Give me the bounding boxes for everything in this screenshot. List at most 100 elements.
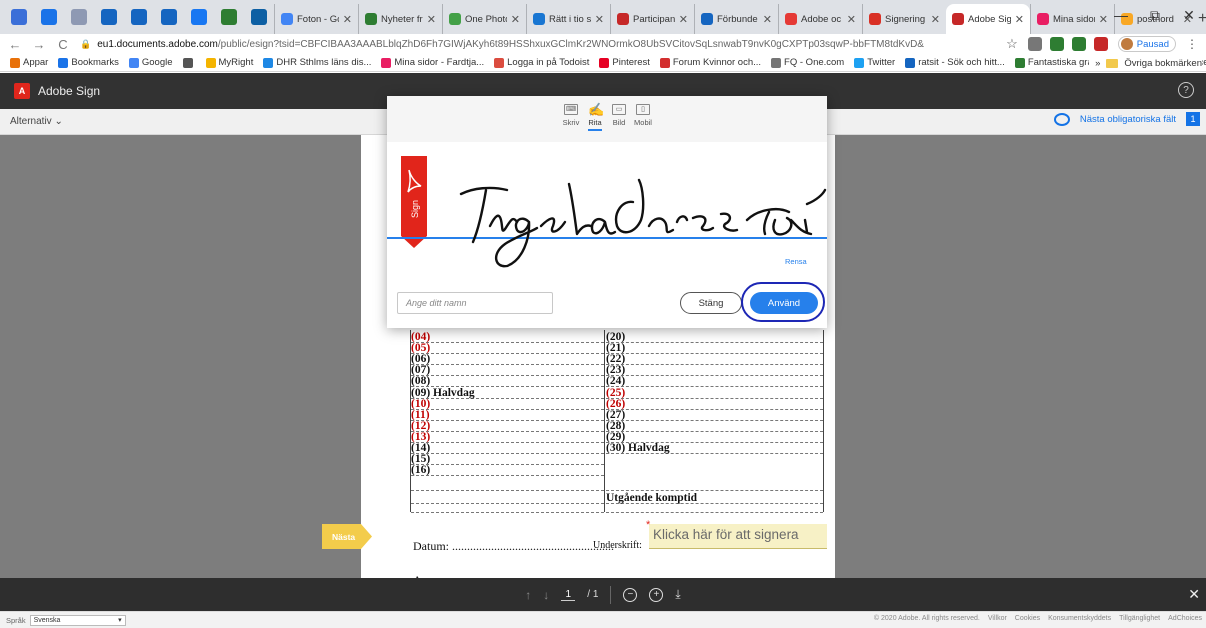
menu-icon[interactable]: ⋮ — [1186, 37, 1198, 51]
pinned-tab[interactable] — [154, 0, 184, 34]
lock-icon: 🔒 — [80, 38, 92, 49]
browser-tab[interactable]: Signering ✕ — [862, 4, 946, 34]
profile-button[interactable]: Pausad — [1117, 36, 1176, 52]
browser-tab[interactable]: Participan ✕ — [610, 4, 694, 34]
page-total: / 1 — [587, 589, 599, 600]
bookmark-label: FQ - One.com — [784, 57, 845, 68]
options-menu[interactable]: Alternativ ⌄ — [10, 116, 63, 127]
zoom-in-icon[interactable]: + — [649, 587, 664, 602]
extension-icon[interactable] — [1049, 37, 1064, 51]
close-button[interactable]: Stäng — [680, 292, 742, 314]
tab-bild[interactable]: ▭ Bild — [609, 104, 629, 142]
footer-link[interactable]: Konsumentskyddets — [1048, 615, 1111, 622]
favicon-icon — [281, 13, 293, 25]
pinned-tab[interactable] — [184, 0, 214, 34]
browser-tab[interactable]: One Photo ✕ — [442, 4, 526, 34]
tab-label: Mobil — [634, 118, 652, 127]
signature-drawing-area[interactable]: Sign Rensa — [387, 142, 827, 272]
browser-tab[interactable]: Förbunde ✕ — [694, 4, 778, 34]
close-tab-icon[interactable]: ✕ — [931, 13, 940, 26]
bookmark-item[interactable]: Pinterest — [599, 57, 650, 68]
bookmark-item[interactable]: Logga in på Todoist — [494, 57, 589, 68]
close-tab-icon[interactable]: ✕ — [511, 13, 520, 26]
close-tab-icon[interactable]: ✕ — [763, 13, 772, 26]
tab-rita[interactable]: ✍ Rita — [585, 103, 605, 142]
download-icon[interactable]: ⤓ — [675, 587, 680, 602]
address-bar[interactable]: 🔒 eu1.documents.adobe.com/public/esign?t… — [80, 39, 1000, 50]
bookmark-item[interactable]: Twitter — [854, 57, 895, 68]
help-icon[interactable]: ? — [1178, 82, 1194, 98]
bookmarks-overflow: » Övriga bokmärken — [1089, 54, 1202, 71]
bookmark-item[interactable]: Appar — [10, 57, 48, 68]
next-required-field-link[interactable]: Nästa obligatoriska fält — [1080, 114, 1176, 125]
tab-label: Bild — [612, 118, 626, 127]
pinned-tab[interactable] — [34, 0, 64, 34]
footer-link[interactable]: Villkor — [988, 615, 1007, 622]
browser-tab[interactable]: Mina sidor ✕ — [1030, 4, 1114, 34]
other-bookmarks-folder[interactable]: Övriga bokmärken — [1124, 58, 1202, 69]
browser-tab[interactable]: Foton - Go ✕ — [274, 4, 358, 34]
footer-link[interactable]: Cookies — [1015, 615, 1040, 622]
tab-skriv[interactable]: ⌨ Skriv — [561, 104, 581, 142]
bookmark-item[interactable]: Google — [128, 57, 173, 68]
close-tab-icon[interactable]: ✕ — [427, 13, 436, 26]
bookmark-label: ratsit - Sök och hitt... — [918, 57, 1005, 68]
language-select[interactable]: Svenska ▾ — [29, 614, 126, 626]
tab-label: Rita — [588, 118, 602, 131]
forward-button[interactable]: → — [32, 37, 46, 52]
close-tab-icon[interactable]: ✕ — [595, 13, 604, 26]
browser-tab[interactable]: Adobe oc ✕ — [778, 4, 862, 34]
pinned-tab[interactable] — [124, 0, 154, 34]
extension-icon[interactable] — [1027, 37, 1042, 51]
chat-icon[interactable] — [1053, 112, 1070, 126]
signature-field[interactable]: * Klicka här för att signera — [646, 519, 827, 549]
drawn-signature — [459, 178, 827, 268]
tab-mobil[interactable]: ▯ Mobil — [633, 104, 653, 142]
reload-button[interactable]: C — [56, 37, 70, 52]
close-tab-icon[interactable]: ✕ — [343, 13, 352, 26]
bookmark-star-icon[interactable]: ☆ — [1006, 36, 1018, 52]
close-tab-icon[interactable]: ✕ — [679, 13, 688, 26]
close-icon[interactable]: ✕ — [1188, 586, 1200, 603]
page-number-input[interactable]: 1 — [561, 589, 576, 601]
extension-icon[interactable] — [1071, 37, 1086, 51]
close-tab-icon[interactable]: ✕ — [847, 13, 856, 26]
pinned-tab[interactable] — [4, 0, 34, 34]
bookmark-item[interactable]: Bookmarks — [58, 57, 119, 68]
footer-link[interactable]: Tillgänglighet — [1119, 615, 1160, 622]
bookmark-item[interactable]: Mina sidor - Fardtja... — [381, 57, 484, 68]
footer-link[interactable]: AdChoices — [1168, 615, 1202, 622]
bookmark-item[interactable]: FQ - One.com — [771, 57, 844, 68]
required-count-badge: 1 — [1186, 112, 1200, 126]
name-input[interactable]: Ange ditt namn — [397, 292, 553, 314]
minimize-button[interactable]: — — [1104, 0, 1138, 30]
clear-signature-link[interactable]: Rensa — [785, 257, 807, 266]
pinned-tab[interactable] — [64, 0, 94, 34]
browser-tab[interactable]: Rätt i tio s ✕ — [526, 4, 610, 34]
extension-icon[interactable] — [1093, 37, 1108, 51]
pinned-tab[interactable] — [94, 0, 124, 34]
restore-button[interactable]: ⧉ — [1138, 0, 1172, 30]
pinned-tab[interactable] — [214, 0, 244, 34]
tab-title: One Photo — [465, 13, 507, 25]
previous-page-icon[interactable]: ↑ — [525, 588, 531, 602]
tab-title: Mina sidor — [1053, 13, 1095, 25]
bookmark-item[interactable]: Forum Kvinnor och... — [659, 57, 761, 68]
more-bookmarks-button[interactable]: » — [1095, 58, 1100, 69]
close-window-button[interactable]: ✕ — [1172, 0, 1206, 30]
browser-tab[interactable]: Adobe Sig ✕ — [946, 4, 1030, 34]
pinned-tab[interactable] — [244, 0, 274, 34]
bookmark-item[interactable]: MyRight — [205, 57, 253, 68]
browser-tab[interactable]: Nyheter frå ✕ — [358, 4, 442, 34]
bookmark-item[interactable] — [182, 57, 196, 68]
close-tab-icon[interactable]: ✕ — [1015, 13, 1024, 26]
bookmark-item[interactable]: ratsit - Sök och hitt... — [905, 57, 1005, 68]
next-page-icon[interactable]: ↓ — [543, 588, 549, 602]
bookmark-label: Twitter — [867, 57, 896, 68]
zoom-out-icon[interactable]: − — [623, 587, 638, 602]
bookmark-item[interactable]: DHR Sthlms läns dis... — [263, 57, 371, 68]
folder-icon — [1106, 58, 1119, 68]
extensions — [1027, 37, 1108, 51]
bookmark-label: Appar — [23, 57, 49, 68]
back-button[interactable]: ← — [8, 37, 22, 52]
